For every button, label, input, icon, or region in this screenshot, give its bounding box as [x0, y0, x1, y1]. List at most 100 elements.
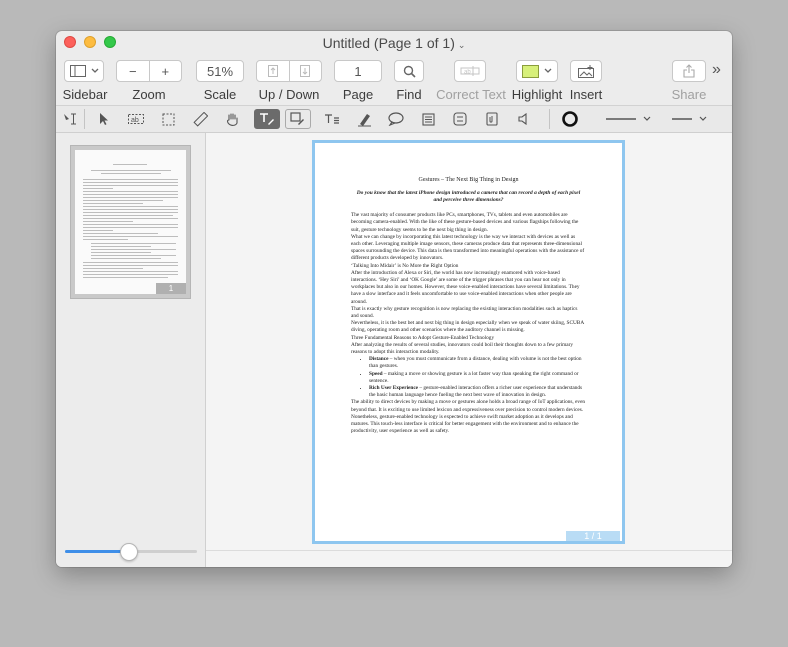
toolbar-overflow-button[interactable]: » — [712, 61, 721, 79]
sidebar-icon — [69, 65, 86, 77]
scale-label: Scale — [203, 87, 237, 102]
doc-subtitle: Do you know that the latest iPhone desig… — [356, 190, 581, 204]
highlighter-tool[interactable] — [353, 109, 375, 129]
line-end-dropdown[interactable] — [670, 109, 710, 129]
note-icon — [421, 112, 435, 126]
document-page[interactable]: Gestures – The Next Big Thing in Design … — [312, 140, 625, 544]
ruler-icon — [192, 111, 208, 127]
chevron-down-icon: ⌄ — [457, 40, 466, 50]
insert-label: Insert — [569, 87, 603, 102]
attachment-icon — [486, 112, 498, 126]
thumbnail-size-slider[interactable] — [65, 543, 197, 561]
window-title-text: Untitled (Page 1 of 1) — [322, 35, 455, 51]
doc-heading: Three Fundamental Reasons to Adopt Gestu… — [351, 334, 495, 341]
rect-select-tool[interactable] — [157, 109, 179, 129]
audio-icon — [518, 112, 527, 126]
zoom-out-button[interactable]: − — [117, 64, 149, 79]
title-bar: Untitled (Page 1 of 1) ⌄ — [56, 31, 732, 55]
doc-paragraph: Nonetheless, gesture-enabled technology … — [351, 413, 579, 435]
sidebar-label: Sidebar — [62, 87, 108, 102]
doc-paragraph: What we can change by incorporating this… — [351, 233, 585, 262]
hand-tool[interactable] — [221, 109, 243, 129]
share-label: Share — [671, 87, 707, 102]
page-content: Gestures – The Next Big Thing in Design … — [351, 177, 586, 436]
zoom-control: − + — [116, 60, 182, 82]
highlight-color-swatch — [522, 64, 539, 78]
share-button[interactable] — [672, 60, 706, 82]
correct-text-button[interactable]: ab — [454, 60, 486, 82]
slider-knob[interactable] — [120, 543, 139, 561]
up-down-label: Up / Down — [258, 87, 320, 102]
doc-paragraph: Nevertheless, it is the best bet and nex… — [351, 320, 584, 334]
stamp-icon — [453, 112, 467, 126]
thumbnail-sidebar: 1 — [56, 133, 206, 567]
ocr-icon: ab — [128, 114, 144, 124]
doc-paragraph: After analyzing the results of several s… — [351, 341, 573, 356]
shape-annotate-tool[interactable] — [285, 109, 311, 129]
insert-button[interactable] — [570, 60, 602, 82]
pointer-tool[interactable] — [93, 109, 115, 129]
text-select-tool[interactable] — [59, 109, 81, 129]
arrow-down-icon — [300, 65, 311, 77]
page-field[interactable]: 1 — [334, 60, 382, 82]
comment-icon — [388, 112, 404, 126]
stroke-circle-icon — [562, 111, 578, 127]
find-label: Find — [396, 87, 422, 102]
text-box-tool[interactable] — [321, 109, 343, 129]
app-window: Untitled (Page 1 of 1) ⌄ Sidebar − + Zoom… — [56, 31, 732, 567]
highlight-label: Highlight — [511, 87, 563, 102]
up-down-control — [256, 60, 322, 82]
page-up-button[interactable] — [257, 65, 289, 77]
pointer-icon — [100, 113, 108, 125]
hand-icon — [226, 112, 238, 126]
slider-fill — [65, 550, 129, 553]
zoom-in-button[interactable]: + — [150, 64, 182, 79]
document-view[interactable]: Gestures – The Next Big Thing in Design … — [206, 133, 732, 567]
chevron-down-icon — [91, 68, 98, 73]
highlight-button[interactable] — [516, 60, 558, 82]
audio-tool[interactable] — [513, 109, 535, 129]
text-select-icon — [64, 113, 76, 125]
shape-annotate-icon — [290, 112, 304, 125]
chevron-down-icon — [544, 68, 552, 73]
scale-field[interactable]: 51% — [196, 60, 244, 82]
ocr-tool[interactable]: ab — [125, 109, 147, 129]
thumbnail-page — [75, 150, 186, 294]
text-box-icon — [325, 114, 339, 124]
comment-tool[interactable] — [385, 109, 407, 129]
correct-text-icon: ab — [460, 66, 480, 76]
stroke-color-tool[interactable] — [559, 109, 581, 129]
list-item: Distance – when you must communicate fro… — [369, 356, 586, 370]
list-item: Speed – making a move or showing gesture… — [369, 371, 586, 385]
correct-text-label: Correct Text — [436, 87, 506, 102]
doc-title: Gestures – The Next Big Thing in Design — [418, 177, 519, 183]
svg-text:ab: ab — [464, 70, 471, 76]
doc-paragraph: After the introduction of Alexa or Siri,… — [351, 269, 580, 305]
text-annotate-icon — [260, 113, 274, 125]
status-bar — [206, 550, 732, 567]
line-style-dropdown[interactable] — [604, 109, 656, 129]
search-icon — [403, 65, 416, 78]
rect-select-icon — [162, 113, 174, 125]
page-thumbnail[interactable]: 1 — [70, 145, 191, 299]
list-item: Rich User Experience – gesture-enabled i… — [369, 385, 586, 399]
sidebar-button[interactable] — [64, 60, 104, 82]
arrow-up-icon — [267, 65, 278, 77]
thumbnail-page-number: 1 — [156, 283, 186, 294]
doc-paragraph: That is exactly why gesture recognition … — [351, 305, 578, 320]
text-annotate-tool[interactable] — [254, 109, 280, 129]
window-title[interactable]: Untitled (Page 1 of 1) ⌄ — [56, 35, 732, 51]
page-down-button[interactable] — [290, 65, 322, 77]
find-button[interactable] — [394, 60, 424, 82]
doc-paragraph: The ability to direct devices by making … — [351, 399, 586, 413]
ruler-tool[interactable] — [189, 109, 211, 129]
stamp-tool[interactable] — [449, 109, 471, 129]
highlighter-icon — [357, 113, 371, 126]
note-tool[interactable] — [417, 109, 439, 129]
page-number-badge: 1 / 1 — [566, 531, 620, 541]
page-label: Page — [342, 87, 374, 102]
toolbar: Sidebar − + Zoom 51% Scale Up / Down 1 P… — [56, 55, 732, 105]
attachment-tool[interactable] — [481, 109, 503, 129]
zoom-label: Zoom — [132, 87, 166, 102]
doc-bullet-list: Distance – when you must communicate fro… — [351, 356, 586, 399]
